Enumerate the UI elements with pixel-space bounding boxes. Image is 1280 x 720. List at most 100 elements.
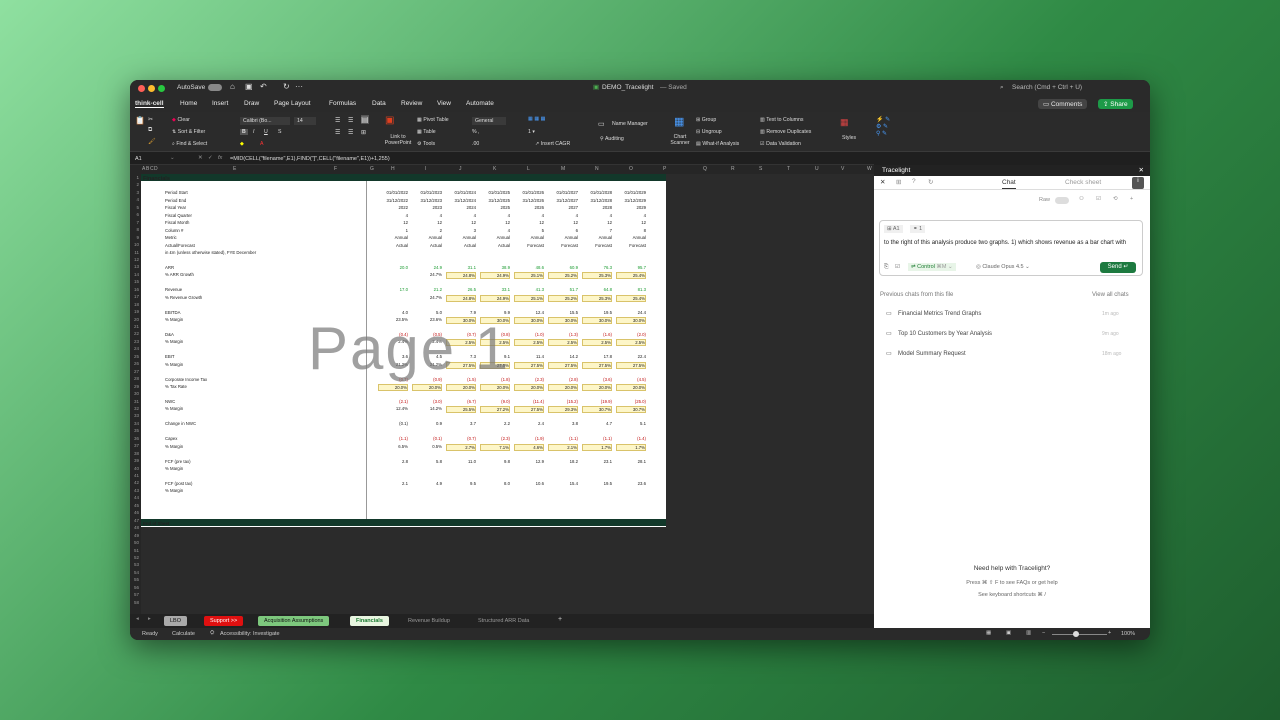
cell-value[interactable]: 9.5 bbox=[446, 481, 476, 486]
auditing-button[interactable]: ⚲ Auditing bbox=[600, 136, 624, 142]
row-header[interactable]: 45 bbox=[134, 503, 139, 508]
cell-value[interactable]: 4.9 bbox=[412, 481, 442, 486]
send-button[interactable]: Send ↵ bbox=[1100, 262, 1136, 273]
cell-value[interactable]: 5.1 bbox=[616, 421, 646, 426]
row-header[interactable]: 34 bbox=[134, 421, 139, 426]
cell-value[interactable]: 4.6% bbox=[514, 443, 544, 451]
column-header[interactable]: M bbox=[561, 166, 565, 172]
group-button[interactable]: ⊞ Group bbox=[696, 117, 716, 123]
row-header[interactable]: 57 bbox=[134, 592, 139, 597]
cell-value[interactable]: (9.0) bbox=[480, 399, 510, 404]
column-header[interactable]: O bbox=[629, 166, 633, 172]
row-header[interactable]: 23 bbox=[134, 339, 139, 344]
cell-value[interactable]: 12 bbox=[514, 220, 544, 225]
column-header[interactable]: T bbox=[787, 166, 790, 172]
row-header[interactable]: 26 bbox=[134, 361, 139, 366]
cell-value[interactable]: 6.5% bbox=[378, 444, 408, 449]
cell-value[interactable]: 2027 bbox=[548, 205, 578, 210]
row-header[interactable]: 4 bbox=[136, 197, 139, 202]
cell-value[interactable]: 24.7% bbox=[412, 295, 442, 300]
cell-value[interactable]: 51.7 bbox=[548, 287, 578, 292]
percent-icon[interactable]: % , bbox=[472, 129, 480, 135]
cell-value[interactable]: 6 bbox=[548, 228, 578, 233]
share-button[interactable]: ⇪ Share bbox=[1098, 99, 1133, 109]
cell-value[interactable]: 8 bbox=[616, 228, 646, 233]
cell-value[interactable]: 01/01/2024 bbox=[446, 190, 476, 195]
chat-input-box[interactable]: ⊞ A1 ⚭ 1 to the right of this analysis p… bbox=[879, 220, 1143, 276]
row-header[interactable]: 28 bbox=[134, 376, 139, 381]
name-manager-button[interactable]: Name Manager bbox=[612, 121, 648, 127]
zoom-out-icon[interactable]: − bbox=[1042, 630, 1045, 636]
cell-value[interactable]: 30.0% bbox=[582, 317, 612, 325]
merge-icon[interactable]: ⊞ bbox=[361, 129, 366, 136]
tab-data[interactable]: Data bbox=[372, 100, 386, 107]
new-chat-icon[interactable]: + bbox=[1130, 196, 1133, 202]
cell-reference-chip[interactable]: ⊞ A1 bbox=[884, 225, 903, 233]
tab-draw[interactable]: Draw bbox=[244, 100, 259, 107]
column-header[interactable]: Q bbox=[703, 166, 707, 172]
cell-value[interactable]: (2.3) bbox=[514, 377, 544, 382]
cell-value[interactable]: 4.7 bbox=[582, 421, 612, 426]
cell-value[interactable]: 4 bbox=[616, 213, 646, 218]
cell-value[interactable]: 29.3% bbox=[548, 406, 578, 414]
check-icon[interactable]: ☑ bbox=[895, 264, 900, 270]
page-layout-view-icon[interactable]: ▣ bbox=[1006, 630, 1011, 636]
row-header[interactable]: 25 bbox=[134, 354, 139, 359]
cell-value[interactable]: 5 bbox=[514, 228, 544, 233]
cell-value[interactable]: 20.0% bbox=[446, 384, 476, 392]
cell-value[interactable]: 01/01/2025 bbox=[480, 190, 510, 195]
cell-value[interactable]: 12 bbox=[582, 220, 612, 225]
cell-value[interactable]: (0.1) bbox=[412, 436, 442, 441]
cell-value[interactable]: 31/12/2024 bbox=[446, 198, 476, 203]
cell-value[interactable]: 31/12/2029 bbox=[616, 198, 646, 203]
tab-page-layout[interactable]: Page Layout bbox=[274, 100, 311, 107]
control-dropdown[interactable]: ⇌ Control ⌘M ⌄ bbox=[908, 263, 956, 271]
cell-value[interactable]: (1.1) bbox=[582, 436, 612, 441]
cell-value[interactable]: 24.7% bbox=[412, 272, 442, 277]
cell-value[interactable]: 17.0 bbox=[378, 287, 408, 292]
tab-think-cell[interactable]: think-cell bbox=[135, 100, 164, 108]
cell-value[interactable]: (2.3) bbox=[480, 436, 510, 441]
row-header[interactable]: 10 bbox=[134, 242, 139, 247]
remove-duplicates-button[interactable]: ▥ Remove Duplicates bbox=[760, 129, 811, 135]
cell-value[interactable]: Forecast bbox=[548, 243, 578, 248]
cell-value[interactable]: 3.8 bbox=[548, 421, 578, 426]
cell-value[interactable]: (1.1) bbox=[548, 436, 578, 441]
cell-value[interactable]: 01/01/2026 bbox=[514, 190, 544, 195]
cell-value[interactable]: 2 bbox=[412, 228, 442, 233]
cell-value[interactable]: 20.0% bbox=[582, 384, 612, 392]
history-icon[interactable]: ⊞ bbox=[896, 178, 901, 186]
row-header[interactable]: 16 bbox=[134, 287, 139, 292]
comments-button[interactable]: ▭ Comments bbox=[1038, 99, 1088, 109]
zoom-in-icon[interactable]: + bbox=[1108, 630, 1111, 636]
cell-value[interactable]: 0.9 bbox=[412, 421, 442, 426]
refresh-icon[interactable]: ↻ bbox=[928, 178, 933, 186]
row-header[interactable]: 37 bbox=[134, 443, 139, 448]
cell-value[interactable]: 30.7% bbox=[616, 406, 646, 414]
raw-toggle[interactable] bbox=[1055, 197, 1069, 204]
count-chip[interactable]: ⚭ 1 bbox=[910, 225, 926, 233]
cell-value[interactable]: 4 bbox=[378, 213, 408, 218]
cell-value[interactable]: 4 bbox=[446, 213, 476, 218]
column-header[interactable]: P bbox=[663, 166, 666, 172]
cell-value[interactable]: 24.9% bbox=[480, 272, 510, 280]
cell-value[interactable]: Annual bbox=[616, 235, 646, 240]
tab-view[interactable]: View bbox=[437, 100, 451, 107]
clear-button[interactable]: ◆ Clear bbox=[172, 117, 190, 123]
info-icon[interactable]: i bbox=[1132, 177, 1144, 189]
cell-value[interactable]: 33.1 bbox=[480, 287, 510, 292]
tab-automate[interactable]: Automate bbox=[466, 100, 494, 107]
cell-value[interactable]: (2.1) bbox=[378, 399, 408, 404]
cell-value[interactable]: 30.0% bbox=[514, 317, 544, 325]
row-header[interactable]: 52 bbox=[134, 555, 139, 560]
cell-value[interactable]: 2.1% bbox=[548, 443, 578, 451]
format-dropdown[interactable]: 1 ▾ bbox=[528, 129, 535, 135]
cell-value[interactable]: 7 bbox=[582, 228, 612, 233]
cell-value[interactable]: 2022 bbox=[378, 205, 408, 210]
column-header[interactable]: U bbox=[815, 166, 819, 172]
row-header[interactable]: 50 bbox=[134, 540, 139, 545]
cell-value[interactable]: Annual bbox=[446, 235, 476, 240]
tab-home[interactable]: Home bbox=[180, 100, 197, 107]
cell-value[interactable]: (15.2) bbox=[548, 399, 578, 404]
row-header[interactable]: 20 bbox=[134, 317, 139, 322]
